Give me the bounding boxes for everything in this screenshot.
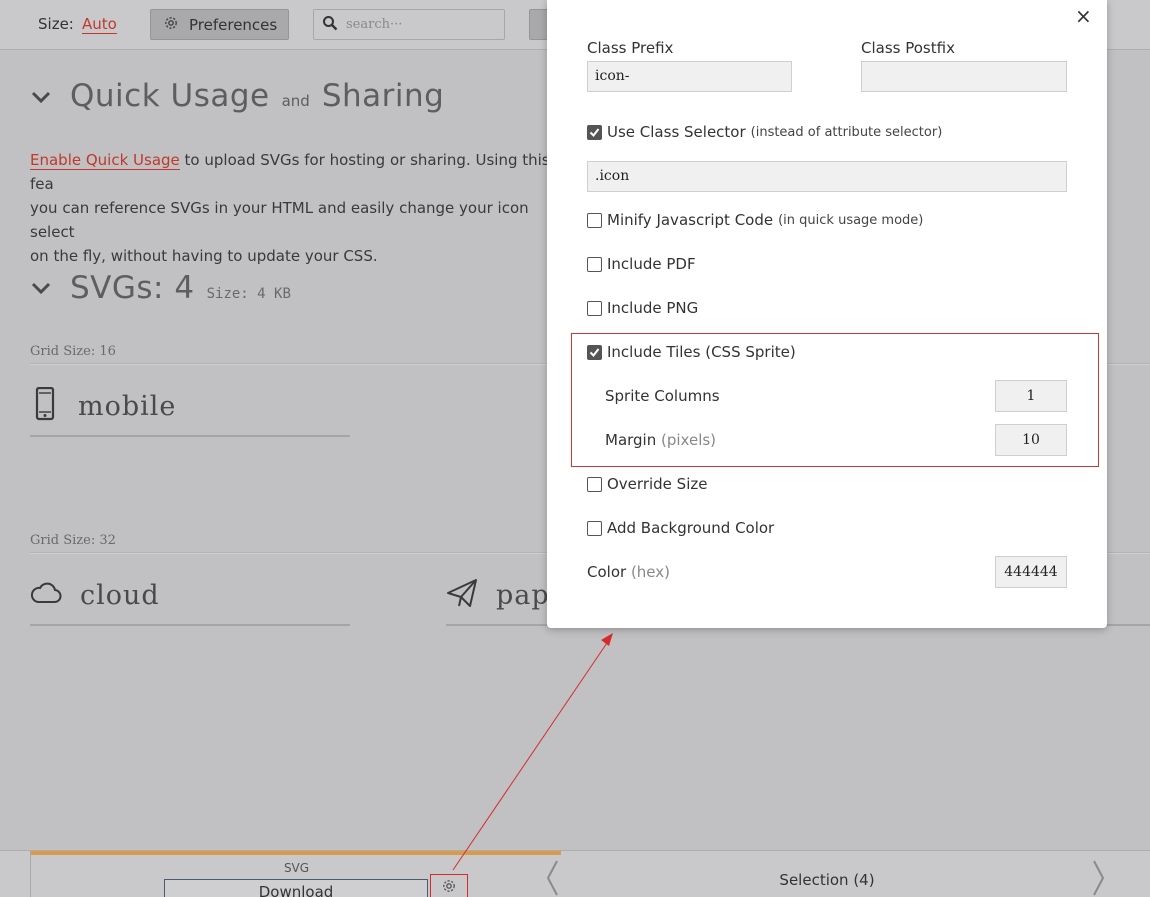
class-prefix-label: Class Prefix [587,39,674,57]
color-label: Color (hex) [587,563,671,581]
export-preferences-modal: × Class Prefix icon- Class Postfix Use C… [547,0,1107,628]
color-hex-input[interactable]: 444444 [995,556,1067,588]
cloud-icon [30,580,62,610]
grid-size-label: Grid Size: 16 [30,344,116,359]
svg-export-panel: SVG Download [30,851,561,897]
icon-name: cloud [80,579,160,611]
checkbox-unchecked[interactable] [587,256,602,272]
include-pdf-option[interactable]: Include PDF [587,255,696,273]
preferences-label: Preferences [189,15,278,34]
mobile-icon [30,386,60,425]
icon-name: mobile [78,390,177,422]
quick-usage-heading: Quick Usage and Sharing [70,78,445,114]
sprite-columns-label: Sprite Columns [605,387,720,405]
svgs-heading: SVGs: 4 Size: 4 KB [70,270,291,306]
class-postfix-label: Class Postfix [861,39,955,57]
override-size-option[interactable]: Override Size [587,475,707,493]
size-label: Size: [38,15,74,33]
checkbox-unchecked[interactable] [587,520,602,536]
add-background-color-option[interactable]: Add Background Color [587,519,774,537]
search-placeholder: search··· [346,17,403,32]
margin-input[interactable]: 10 [995,424,1067,456]
chevron-down-icon[interactable] [30,277,52,299]
close-icon[interactable]: × [1075,4,1092,28]
chevron-right-icon[interactable] [1092,859,1106,897]
checkbox-checked[interactable] [587,124,602,140]
gear-icon [163,15,179,35]
selection-count[interactable]: Selection (4) [582,871,1072,889]
search-icon [322,15,338,35]
gear-icon [441,878,457,897]
class-postfix-input[interactable] [861,61,1067,92]
checkbox-unchecked[interactable] [587,300,602,316]
include-tiles-option[interactable]: Include Tiles (CSS Sprite) [587,343,796,361]
search-input[interactable]: search··· [313,9,505,40]
sprite-columns-input[interactable]: 1 [995,380,1067,412]
quick-usage-description: Enable Quick Usage to upload SVGs for ho… [30,151,550,265]
icon-tile-cloud[interactable]: cloud [30,566,350,626]
checkbox-checked[interactable] [587,344,602,360]
chevron-left-icon[interactable] [545,859,559,897]
bottom-bar: SVG Download Selection (4) [0,850,1150,897]
checkbox-unchecked[interactable] [587,212,602,228]
margin-label: Margin (pixels) [605,431,717,449]
paper-plane-icon [446,577,478,613]
export-settings-button[interactable] [430,874,468,897]
selector-input[interactable]: .icon [587,161,1067,192]
class-prefix-input[interactable]: icon- [587,61,792,92]
enable-quick-usage-link[interactable]: Enable Quick Usage [30,151,180,170]
use-class-selector-option[interactable]: Use Class Selector (instead of attribute… [587,123,942,141]
download-button[interactable]: Download [164,879,428,897]
size-dropdown[interactable]: Auto [82,15,117,34]
grid-size-label: Grid Size: 32 [30,533,116,548]
chevron-down-icon[interactable] [30,86,52,108]
preferences-button[interactable]: Preferences [150,9,289,40]
minify-js-option[interactable]: Minify Javascript Code (in quick usage m… [587,211,923,229]
icon-tile-mobile[interactable]: mobile [30,377,350,437]
svg-label: SVG [283,861,310,875]
include-png-option[interactable]: Include PNG [587,299,698,317]
checkbox-unchecked[interactable] [587,476,602,492]
